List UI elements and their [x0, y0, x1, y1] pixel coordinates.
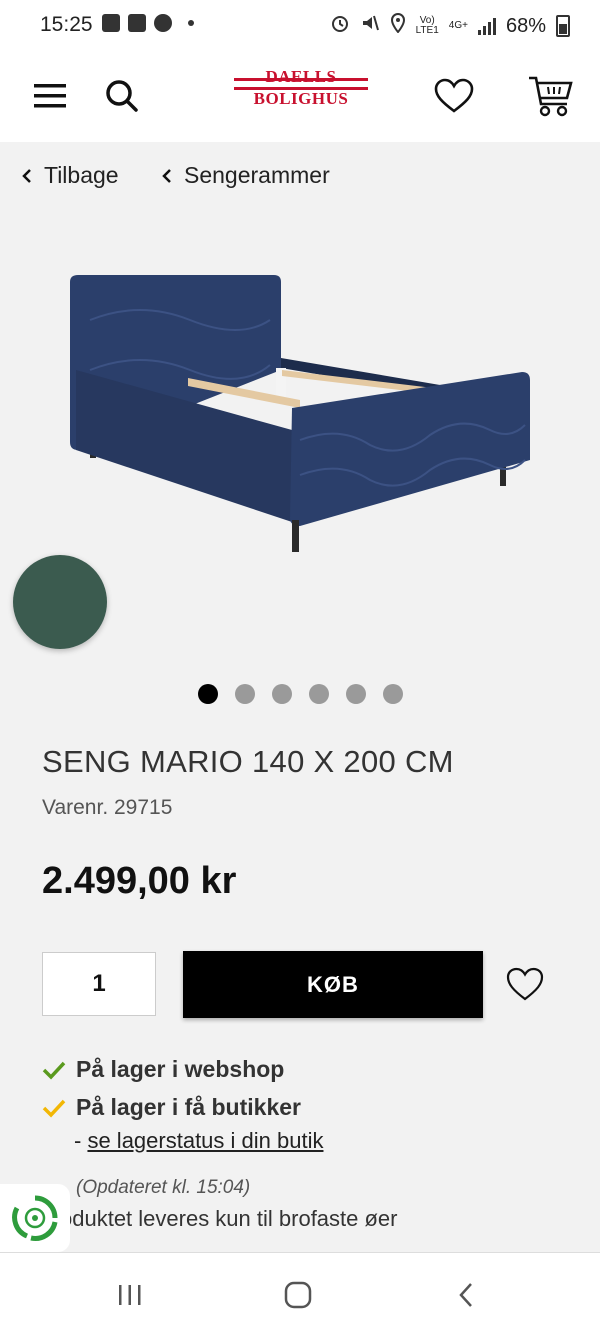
search-button[interactable]: [96, 70, 148, 122]
cart-button[interactable]: [524, 70, 576, 122]
delivery-note: oduktet leveres kun til brofaste øer: [60, 1206, 398, 1231]
gallery-dot[interactable]: [198, 684, 218, 704]
buy-button[interactable]: KØB: [183, 951, 483, 1018]
battery-percent: 68%: [505, 14, 546, 37]
chevron-left-icon: [162, 168, 171, 183]
quantity-input[interactable]: 1: [42, 952, 156, 1016]
back-icon: [459, 1283, 472, 1307]
home-icon: [284, 1281, 312, 1309]
product-title: SENG MARIO 140 X 200 CM: [42, 744, 454, 779]
back-button[interactable]: [446, 1275, 486, 1315]
home-button[interactable]: [278, 1275, 318, 1315]
menu-button[interactable]: [24, 70, 76, 122]
signal-icon: [477, 17, 496, 35]
store-stock-link[interactable]: se lagerstatus i din butik: [87, 1128, 323, 1153]
status-time: 15:25: [40, 13, 93, 36]
status-bar: 15:25 Vo) LTE1 4G+ 68%: [0, 0, 600, 50]
battery-icon: [556, 15, 570, 37]
volte-indicator: Vo) LTE1: [416, 16, 439, 36]
back-link[interactable]: Tilbage: [22, 162, 119, 189]
gallery-dot[interactable]: [309, 684, 329, 704]
location-icon: [390, 12, 406, 39]
cart-icon: [529, 76, 573, 117]
add-to-wishlist-button[interactable]: [505, 966, 545, 1004]
product-price: 2.499,00 kr: [42, 860, 237, 902]
menu-icon: [34, 84, 66, 108]
store-stock-link-row: - se lagerstatus i din butik: [74, 1128, 323, 1154]
gallery-notification-icon: [102, 14, 120, 32]
category-link-label: Sengerammer: [184, 162, 330, 188]
heart-icon: [434, 78, 474, 113]
breadcrumb: Tilbage Sengerammer: [0, 142, 600, 210]
system-nav-bar: [0, 1252, 600, 1334]
site-header: DAELLS BOLIGHUS: [0, 50, 600, 142]
gallery-dot[interactable]: [346, 684, 366, 704]
sustainability-badge[interactable]: [0, 1184, 70, 1252]
more-notifications-icon: [188, 20, 194, 26]
mute-icon: [360, 13, 380, 39]
system-icons: Vo) LTE1 4G+ 68%: [330, 12, 570, 39]
logo-line2: BOLIGHUS: [253, 89, 349, 108]
recent-apps-icon: [119, 1285, 141, 1305]
wishlist-button[interactable]: [428, 70, 480, 122]
search-icon: [106, 80, 138, 112]
product-sku: Varenr. 29715: [42, 796, 173, 819]
color-swatch[interactable]: [13, 555, 107, 649]
chevron-left-icon: [22, 168, 31, 183]
lte-label: LTE1: [415, 25, 439, 36]
network-type: 4G+: [448, 20, 468, 31]
back-link-label: Tilbage: [44, 162, 119, 188]
gallery-pagination: [198, 684, 403, 704]
category-link[interactable]: Sengerammer: [162, 162, 330, 189]
outlook-notification-icon: [128, 14, 146, 32]
link-prefix: -: [74, 1128, 82, 1153]
stock-updated-time: (Opdateret kl. 15:04): [76, 1177, 251, 1198]
recycle-icon: [12, 1195, 58, 1241]
heart-icon: [506, 967, 544, 1001]
check-icon: [42, 1061, 66, 1080]
webshop-stock: På lager i webshop: [42, 1056, 284, 1083]
webshop-stock-label: På lager i webshop: [76, 1056, 285, 1082]
gallery-dot[interactable]: [235, 684, 255, 704]
gallery-dot[interactable]: [272, 684, 292, 704]
logo-line1: DAELLS: [265, 67, 337, 86]
youtube-notification-icon: [154, 14, 172, 32]
check-icon: [42, 1099, 66, 1118]
daells-bolighus-logo[interactable]: DAELLS BOLIGHUS: [234, 68, 368, 114]
store-stock: På lager i få butikker: [42, 1094, 301, 1121]
alarm-icon: [330, 13, 350, 39]
notification-icons: [102, 14, 194, 32]
gallery-dot[interactable]: [383, 684, 403, 704]
store-stock-label: På lager i få butikker: [76, 1094, 301, 1120]
recent-apps-button[interactable]: [110, 1275, 150, 1315]
